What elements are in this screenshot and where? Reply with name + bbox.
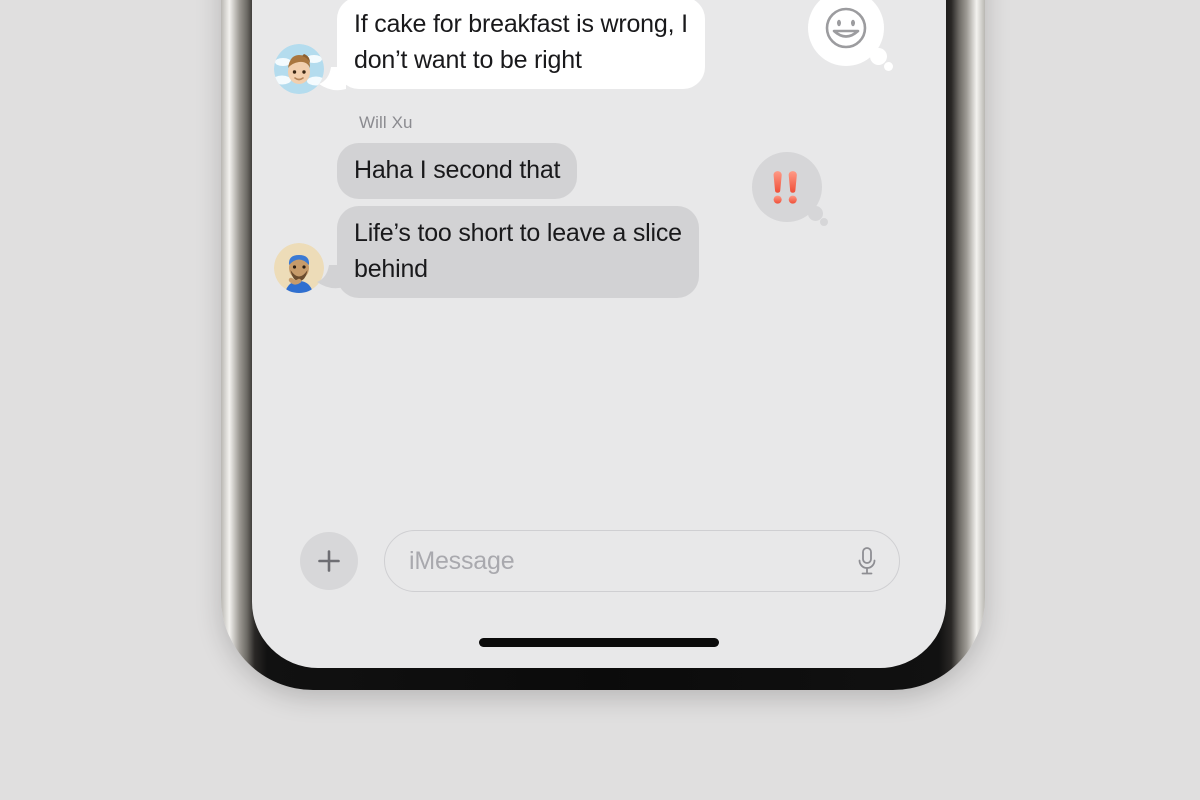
imessage-input[interactable]: iMessage <box>384 530 900 592</box>
memoji-clouds-icon <box>274 44 324 94</box>
screenshot-stage: Nada for me either! Quick question: <box>0 0 1200 800</box>
smiley-outline-icon <box>825 7 867 49</box>
imessage-placeholder: iMessage <box>409 546 515 575</box>
double-exclamation-icon <box>773 171 797 204</box>
tapback-exclamation[interactable] <box>752 152 828 226</box>
tapback-smiley[interactable] <box>808 0 893 71</box>
message-bubble[interactable]: Life’s too short to leave a slice behind <box>337 206 699 298</box>
message-thread[interactable]: Nada for me either! Quick question: <box>252 0 946 668</box>
message-bubble[interactable]: If cake for breakfast is wrong, I don’t … <box>337 0 705 89</box>
tapback-dot-small <box>884 62 893 71</box>
microphone-icon[interactable] <box>855 545 879 577</box>
avatar[interactable] <box>274 44 324 94</box>
home-indicator[interactable] <box>479 638 719 647</box>
phone-screen: Nada for me either! Quick question: <box>252 0 946 668</box>
message-input-bar[interactable]: iMessage <box>252 516 946 606</box>
plus-icon <box>318 550 340 572</box>
add-attachment-button[interactable] <box>300 532 358 590</box>
sender-name: Will Xu <box>359 113 413 132</box>
tapback-dot-small <box>820 218 828 226</box>
message-bubble[interactable]: Haha I second that <box>337 143 578 199</box>
